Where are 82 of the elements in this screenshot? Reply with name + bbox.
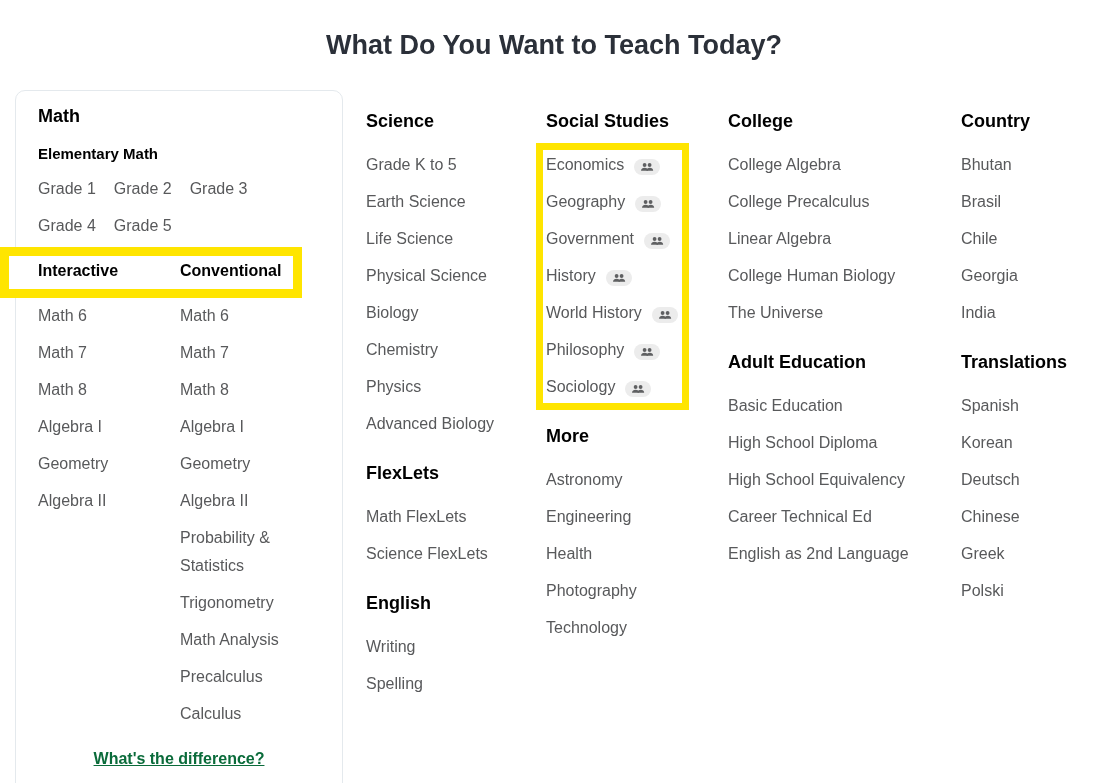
- course-link[interactable]: Geometry: [180, 450, 251, 478]
- section-heading: Adult Education: [728, 351, 866, 374]
- subject-link[interactable]: Science FlexLets: [366, 540, 488, 568]
- subject-link[interactable]: Advanced Biology: [366, 410, 495, 438]
- subject-link[interactable]: Bhutan: [961, 151, 1012, 179]
- subject-link[interactable]: Health: [546, 540, 593, 568]
- section-heading: Science: [366, 110, 435, 133]
- subject-link[interactable]: Grade K to 5: [366, 151, 457, 179]
- section-heading: Math: [38, 105, 80, 128]
- subject-link[interactable]: Engineering: [546, 503, 632, 531]
- grade-link[interactable]: Grade 5: [113, 212, 172, 240]
- grade-link[interactable]: Grade 2: [113, 175, 172, 203]
- subject-link[interactable]: Government: [546, 225, 635, 253]
- subject-link[interactable]: Technology: [546, 614, 627, 642]
- subject-link[interactable]: Earth Science: [366, 188, 466, 216]
- subject-link[interactable]: High School Equivalency: [728, 466, 905, 494]
- subject-link[interactable]: History: [546, 262, 596, 290]
- section-heading: Translations: [961, 351, 1068, 374]
- column-heading: Conventional: [180, 261, 282, 281]
- page-title: What Do You Want to Teach Today?: [326, 29, 782, 61]
- subject-link[interactable]: Physics: [366, 373, 422, 401]
- subject-link[interactable]: Biology: [366, 299, 419, 327]
- subject-link[interactable]: Linear Algebra: [728, 225, 832, 253]
- subject-link[interactable]: Spanish: [961, 392, 1019, 420]
- course-link[interactable]: Math 6: [180, 302, 229, 330]
- subject-link[interactable]: Georgia: [961, 262, 1018, 290]
- subject-link[interactable]: India: [961, 299, 996, 327]
- course-link[interactable]: Math 7: [180, 339, 229, 367]
- course-link[interactable]: Algebra I: [180, 413, 245, 441]
- course-link[interactable]: Geometry: [38, 450, 109, 478]
- subsection-heading: Elementary Math: [38, 144, 159, 164]
- subject-link[interactable]: The Universe: [728, 299, 824, 327]
- subject-link[interactable]: High School Diploma: [728, 429, 878, 457]
- course-link[interactable]: Precalculus: [180, 663, 263, 691]
- subject-link[interactable]: College Precalculus: [728, 188, 870, 216]
- section-heading: Social Studies: [546, 110, 670, 133]
- subject-link[interactable]: Korean: [961, 429, 1013, 457]
- subject-link[interactable]: College Algebra: [728, 151, 841, 179]
- section-heading: Country: [961, 110, 1030, 133]
- section-heading: More: [546, 425, 589, 448]
- course-link[interactable]: Algebra I: [38, 413, 103, 441]
- subject-link[interactable]: Life Science: [366, 225, 454, 253]
- subject-link[interactable]: Brasil: [961, 188, 1001, 216]
- section-heading: English: [366, 592, 431, 615]
- subject-link[interactable]: Greek: [961, 540, 1005, 568]
- course-link[interactable]: Math 6: [38, 302, 87, 330]
- subject-link[interactable]: Astronomy: [546, 466, 623, 494]
- course-link[interactable]: Math Analysis: [180, 626, 279, 654]
- subject-link[interactable]: Chemistry: [366, 336, 438, 364]
- subject-link[interactable]: Chinese: [961, 503, 1020, 531]
- column-heading: Interactive: [38, 261, 119, 281]
- subject-link[interactable]: College Human Biology: [728, 262, 896, 290]
- subject-link[interactable]: Career Technical Ed: [728, 503, 872, 531]
- subject-link[interactable]: Geography: [546, 188, 626, 216]
- subject-link[interactable]: Economics: [546, 151, 625, 179]
- subject-link[interactable]: World History: [546, 299, 642, 327]
- grade-link[interactable]: Grade 3: [189, 175, 248, 203]
- subject-link[interactable]: Spelling: [366, 670, 423, 698]
- difference-link[interactable]: What's the difference?: [93, 750, 265, 767]
- grade-link[interactable]: Grade 4: [38, 212, 96, 240]
- course-link[interactable]: Math 8: [38, 376, 87, 404]
- course-link[interactable]: Calculus: [180, 700, 242, 728]
- subject-link[interactable]: Writing: [366, 633, 416, 661]
- grade-link[interactable]: Grade 1: [38, 175, 96, 203]
- subject-link[interactable]: Deutsch: [961, 466, 1020, 494]
- course-link[interactable]: Math 7: [38, 339, 87, 367]
- subject-link[interactable]: Math FlexLets: [366, 503, 467, 531]
- subject-link[interactable]: Philosophy: [546, 336, 625, 364]
- subject-link[interactable]: Sociology: [546, 373, 616, 401]
- section-heading: FlexLets: [366, 462, 440, 485]
- course-link[interactable]: Trigonometry: [180, 589, 274, 617]
- subject-link[interactable]: Photography: [546, 577, 637, 605]
- subject-link[interactable]: English as 2nd Language: [728, 540, 909, 568]
- course-link[interactable]: Math 8: [180, 376, 229, 404]
- course-link[interactable]: Algebra II: [38, 487, 107, 515]
- section-heading: College: [728, 110, 793, 133]
- course-link[interactable]: Algebra II: [180, 487, 249, 515]
- subject-link[interactable]: Polski: [961, 577, 1004, 605]
- subject-link[interactable]: Chile: [961, 225, 998, 253]
- subject-link[interactable]: Basic Education: [728, 392, 843, 420]
- course-link[interactable]: Probability & Statistics: [180, 524, 320, 580]
- subject-link[interactable]: Physical Science: [366, 262, 487, 290]
